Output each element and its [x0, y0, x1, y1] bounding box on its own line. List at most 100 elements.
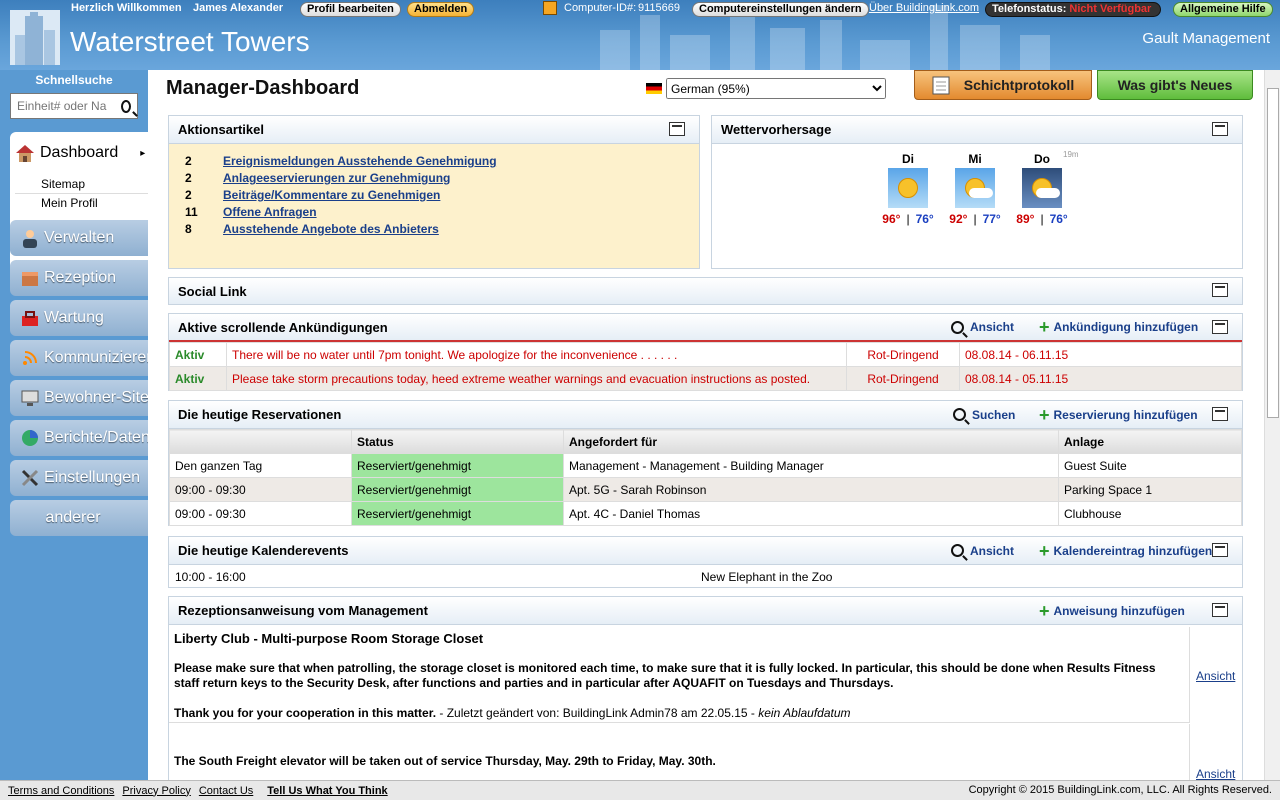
nav-settings[interactable]: Einstellungen — [10, 460, 148, 496]
minimize-icon[interactable] — [1212, 603, 1228, 617]
table-row[interactable]: Den ganzen Tag Reserviert/genehmigt Manage… — [169, 453, 1242, 478]
list-item: 2 Ereignismeldungen Ausstehende Genehmigu… — [185, 154, 699, 171]
nav-maintenance[interactable]: Wartung — [10, 300, 148, 336]
temp-low: 77° — [982, 212, 1001, 226]
temp-separator: | — [1040, 212, 1044, 226]
instruction-expiry: kein Ablaufdatum — [758, 706, 851, 720]
logout-button[interactable]: Abmelden — [407, 2, 475, 17]
minimize-icon[interactable] — [1212, 320, 1228, 334]
minimize-icon[interactable] — [1212, 122, 1228, 136]
instruction-view-link[interactable]: Ansicht — [1196, 669, 1235, 683]
expand-icon[interactable] — [1212, 283, 1228, 297]
action-items-header: Aktionsartikel — [169, 116, 699, 144]
add-calendar-entry-button[interactable]: + Kalendereintrag hinzufügen — [1039, 542, 1212, 560]
plus-icon: + — [1039, 404, 1050, 425]
nav-reports[interactable]: Berichte/Daten — [10, 420, 148, 456]
edit-profile-button[interactable]: Profil bearbeiten — [300, 2, 401, 17]
feedback-link[interactable]: Tell Us What You Think — [267, 785, 387, 797]
table-row[interactable]: 09:00 - 09:30 Reserviert/genehmigt Apt. 5G… — [169, 477, 1242, 502]
add-announcement-button[interactable]: + Ankündigung hinzufügen — [1039, 317, 1198, 337]
search-icon[interactable] — [121, 99, 131, 113]
nav-dashboard-title[interactable]: Dashboard ▸ — [14, 142, 145, 164]
action-count: 2 — [185, 188, 192, 202]
list-item: 2 Anlageeservierungen zur Genehmigung — [185, 171, 699, 188]
instruction-changed: - Zuletzt geändert von: BuildingLink Adm… — [436, 706, 759, 720]
weather-header: Wettervorhersage — [712, 116, 1242, 144]
chevron-right-icon: ▸ — [140, 147, 146, 159]
nav-front-desk[interactable]: Rezeption — [10, 260, 148, 296]
nav-my-profile[interactable]: Mein Profil — [41, 196, 98, 210]
computer-settings-button[interactable]: Computereinstellungen ändern — [692, 2, 869, 17]
action-link[interactable]: Offene Anfragen — [223, 205, 317, 222]
facility-cell: Parking Space 1 — [1058, 477, 1242, 502]
nav-sitemap[interactable]: Sitemap — [41, 177, 85, 191]
sidebar: Schnellsuche Dashboard ▸ Sitemap Mein Pr… — [0, 70, 148, 780]
temp-high: 92° — [949, 212, 968, 226]
scrollbar-thumb[interactable] — [1267, 88, 1279, 418]
table-row[interactable]: 10:00 - 16:00 New Elephant in the Zoo — [169, 565, 1242, 589]
scrollbar[interactable] — [1264, 70, 1280, 780]
calendar-view-button[interactable]: Ansicht — [951, 544, 1014, 558]
temp-high: 89° — [1016, 212, 1035, 226]
action-link[interactable]: Beiträge/Kommentare zu Genehmigen — [223, 188, 440, 205]
time-cell: Den ganzen Tag — [169, 453, 352, 478]
nav-communicate[interactable]: Kommunizieren — [10, 340, 148, 376]
terms-link[interactable]: Terms and Conditions — [8, 785, 114, 797]
instruction-body: The South Freight elevator will be taken… — [174, 754, 716, 768]
minimize-icon[interactable] — [1212, 543, 1228, 557]
requested-for-cell: Apt. 4C - Daniel Thomas — [563, 501, 1059, 526]
nav-other[interactable]: anderer — [10, 500, 148, 536]
table-row[interactable]: Aktiv Please take storm precautions today… — [169, 366, 1242, 391]
add-reservation-button[interactable]: + Reservierung hinzufügen — [1039, 404, 1198, 425]
temp-separator: | — [973, 212, 977, 226]
help-button[interactable]: Allgemeine Hilfe — [1173, 2, 1273, 17]
person-icon — [23, 230, 37, 248]
instruction-body: Please make sure that when patrolling, t… — [174, 661, 1156, 690]
shift-log-button[interactable]: Schichtprotokoll — [914, 70, 1092, 100]
facility-cell: Clubhouse — [1058, 501, 1242, 526]
minimize-icon[interactable] — [1212, 407, 1228, 421]
add-instruction-button[interactable]: + Anweisung hinzufügen — [1039, 600, 1185, 621]
temp-low: 76° — [1049, 212, 1068, 226]
action-link[interactable]: Ausstehende Angebote des Anbieters — [223, 222, 439, 239]
action-count: 2 — [185, 171, 192, 185]
column-header: Angefordert für — [563, 429, 1059, 454]
announcements-table: Aktiv There will be no water until 7pm to… — [169, 342, 1242, 391]
about-link[interactable]: Über BuildingLink.com — [869, 2, 979, 14]
weather-day: Di 96° | 76° — [878, 152, 938, 226]
minimize-icon[interactable] — [669, 122, 685, 136]
phone-status-value: Nicht Verfügbar — [1069, 3, 1152, 15]
phone-status-badge[interactable]: Telefonstatus: Nicht Verfügbar — [985, 2, 1161, 17]
status-cell: Reserviert/genehmigt — [351, 477, 564, 502]
quicksearch-box — [10, 93, 138, 119]
nav-resident-site[interactable]: Bewohner-Site — [10, 380, 148, 416]
text-cell: Please take storm precautions today, hee… — [226, 366, 847, 391]
dates-cell: 08.08.14 - 06.11.15 — [959, 342, 1242, 367]
table-row[interactable]: 09:00 - 09:30 Reserviert/genehmigt Apt. 4C… — [169, 501, 1242, 526]
weather-panel: Wettervorhersage 19m Di 96° | 76° Mi 92° | 77° D… — [711, 115, 1243, 269]
header: Herzlich Willkommen James Alexander Prof… — [0, 0, 1280, 70]
status-cell: Aktiv — [169, 342, 227, 367]
action-link[interactable]: Ereignismeldungen Ausstehende Genehmigun… — [223, 154, 497, 171]
requested-for-cell: Management - Management - Building Manag… — [563, 453, 1059, 478]
priority-cell: Rot-Dringend — [846, 342, 960, 367]
instruction-view-link[interactable]: Ansicht — [1196, 767, 1235, 780]
nav-manage[interactable]: Verwalten — [10, 220, 148, 256]
reservations-table: Status Angefordert für Anlage Den ganzen Ta… — [169, 429, 1242, 526]
quicksearch-input[interactable] — [17, 99, 117, 113]
list-item: 11 Offene Anfragen — [185, 205, 699, 222]
notepad-icon — [932, 76, 950, 95]
plus-icon: + — [1039, 317, 1050, 337]
whats-new-button[interactable]: Was gibt's Neues — [1097, 70, 1253, 100]
reservations-search-button[interactable]: Suchen — [953, 408, 1015, 422]
column-header: Status — [351, 429, 564, 454]
instructions-panel: Rezeptionsanweisung vom Management + Anwe… — [168, 596, 1243, 780]
announcements-view-button[interactable]: Ansicht — [951, 320, 1014, 334]
contact-link[interactable]: Contact Us — [199, 785, 253, 797]
plus-icon: + — [1039, 600, 1050, 621]
privacy-link[interactable]: Privacy Policy — [122, 785, 190, 797]
table-row[interactable]: Aktiv There will be no water until 7pm to… — [169, 342, 1242, 367]
action-link[interactable]: Anlageeservierungen zur Genehmigung — [223, 171, 450, 188]
language-select[interactable]: German (95%) — [666, 78, 886, 99]
weather-day-label: Di — [902, 152, 914, 166]
